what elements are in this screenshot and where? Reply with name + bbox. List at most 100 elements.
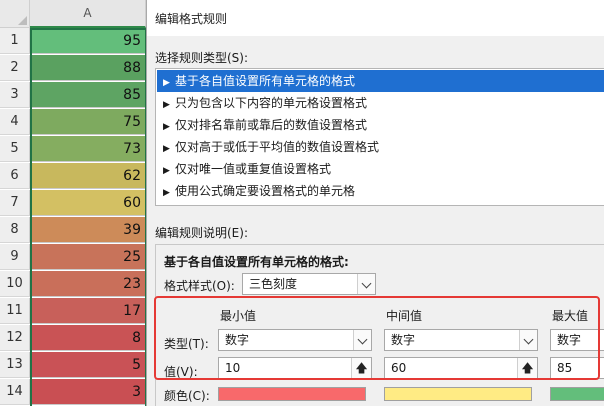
rule-type-item[interactable]: ▶ 只为包含以下内容的单元格设置格式 — [157, 92, 604, 114]
rule-type-item[interactable]: ▶ 基于各自值设置所有单元格的格式 — [157, 70, 604, 92]
min-value-input[interactable]: 10 🡅 — [218, 357, 372, 379]
table-row: 8 39 — [0, 217, 150, 243]
row-number[interactable]: 7 — [0, 190, 30, 216]
cell-value[interactable]: 85 — [31, 82, 146, 108]
cell-value[interactable]: 25 — [31, 244, 146, 270]
row-number[interactable]: 8 — [0, 217, 30, 243]
table-row: 11 17 — [0, 298, 150, 324]
cell-value[interactable]: 17 — [31, 298, 146, 324]
rule-type-label: 基于各自值设置所有单元格的格式 — [175, 74, 356, 88]
row-number[interactable]: 1 — [0, 28, 30, 54]
row-number[interactable]: 14 — [0, 379, 30, 405]
rule-type-item[interactable]: ▶ 仅对唯一值或重复值设置格式 — [157, 158, 604, 180]
description-heading: 基于各自值设置所有单元格的格式: — [164, 255, 349, 269]
row-number[interactable]: 11 — [0, 298, 30, 324]
rule-type-item[interactable]: ▶ 使用公式确定要设置格式的单元格 — [157, 180, 604, 202]
chevron-down-icon[interactable] — [353, 330, 371, 350]
table-row: 12 8 — [0, 325, 150, 351]
mid-value-input[interactable]: 60 🡅 — [384, 357, 538, 379]
min-color-swatch[interactable] — [218, 387, 366, 401]
cell-value[interactable]: 39 — [31, 217, 146, 243]
row-number[interactable]: 5 — [0, 136, 30, 162]
format-style-dropdown[interactable]: 三色刻度 — [242, 273, 376, 295]
table-row: 1 95 — [0, 28, 150, 54]
table-row: 14 3 — [0, 379, 150, 405]
dialog-titlebar: 编辑格式规则 — [147, 0, 604, 36]
row-number[interactable]: 13 — [0, 352, 30, 378]
select-rule-type-label: 选择规则类型(S): — [155, 51, 249, 65]
table-row: 2 88 — [0, 55, 150, 81]
max-color-swatch[interactable] — [550, 387, 604, 401]
table-row: 3 85 — [0, 82, 150, 108]
triangle-right-icon: ▶ — [163, 122, 170, 132]
cell-value[interactable]: 5 — [31, 352, 146, 378]
format-style-value: 三色刻度 — [249, 277, 298, 291]
row-number[interactable]: 3 — [0, 82, 30, 108]
value-label: 值(V): — [164, 365, 198, 379]
row-number[interactable]: 6 — [0, 163, 30, 189]
rule-type-item[interactable]: ▶ 仅对排名靠前或靠后的数值设置格式 — [157, 114, 604, 136]
dialog-title: 编辑格式规则 — [155, 12, 228, 26]
range-picker-icon[interactable]: 🡅 — [351, 358, 371, 378]
cell-value[interactable]: 88 — [31, 55, 146, 81]
row-number[interactable]: 12 — [0, 325, 30, 351]
mid-type-value: 数字 — [391, 333, 416, 347]
triangle-right-icon: ▶ — [163, 78, 170, 88]
max-value: 85 — [557, 361, 573, 375]
mid-value: 60 — [391, 361, 407, 375]
table-row: 5 73 — [0, 136, 150, 162]
min-value: 10 — [225, 361, 241, 375]
max-heading: 最大值 — [552, 309, 589, 323]
select-all-corner[interactable] — [0, 0, 30, 28]
max-type-dropdown[interactable]: 数字 — [550, 329, 604, 351]
range-picker-icon[interactable]: 🡅 — [517, 358, 537, 378]
cell-value[interactable]: 3 — [31, 379, 146, 405]
rule-type-label: 仅对高于或低于平均值的数值设置格式 — [175, 140, 380, 154]
table-row: 10 23 — [0, 271, 150, 297]
cell-value[interactable]: 60 — [31, 190, 146, 216]
color-label: 颜色(C): — [164, 389, 210, 403]
rule-description-panel: 基于各自值设置所有单元格的格式: 格式样式(O): 三色刻度 最小值 中间值 最… — [155, 244, 604, 406]
triangle-right-icon: ▶ — [163, 144, 170, 154]
rule-type-label: 仅对排名靠前或靠后的数值设置格式 — [175, 118, 368, 132]
mid-type-dropdown[interactable]: 数字 — [384, 329, 538, 351]
cell-value[interactable]: 75 — [31, 109, 146, 135]
min-type-value: 数字 — [225, 333, 250, 347]
table-row: 6 62 — [0, 163, 150, 189]
rule-type-item[interactable]: ▶ 仅对高于或低于平均值的数值设置格式 — [157, 136, 604, 158]
row-number[interactable]: 9 — [0, 244, 30, 270]
chevron-down-icon[interactable] — [519, 330, 537, 350]
min-heading: 最小值 — [220, 309, 257, 323]
triangle-right-icon: ▶ — [163, 100, 170, 110]
cell-value[interactable]: 8 — [31, 325, 146, 351]
column-header-a[interactable]: A — [30, 0, 146, 28]
chevron-down-icon[interactable] — [357, 274, 375, 294]
edit-rule-description-label: 编辑规则说明(E): — [155, 226, 248, 240]
row-number[interactable]: 2 — [0, 55, 30, 81]
type-label: 类型(T): — [164, 337, 209, 351]
table-row: 7 60 — [0, 190, 150, 216]
rule-type-list: ▶ 基于各自值设置所有单元格的格式 ▶ 只为包含以下内容的单元格设置格式 ▶ 仅对排名靠前… — [155, 68, 604, 206]
spreadsheet: A 1 95 2 88 3 85 4 75 5 73 6 62 7 60 8 39 9 25 10 23 11 17 12 8… — [0, 0, 150, 406]
mid-heading: 中间值 — [386, 309, 423, 323]
triangle-right-icon: ▶ — [163, 166, 170, 176]
table-row: 13 5 — [0, 352, 150, 378]
row-number[interactable]: 10 — [0, 271, 30, 297]
triangle-right-icon: ▶ — [163, 188, 170, 198]
rule-type-label: 只为包含以下内容的单元格设置格式 — [175, 96, 368, 110]
edit-format-rule-dialog: 编辑格式规则 选择规则类型(S): ▶ 基于各自值设置所有单元格的格式 ▶ 只为包含以… — [146, 0, 604, 406]
cell-value[interactable]: 95 — [31, 28, 146, 54]
cell-value[interactable]: 23 — [31, 271, 146, 297]
rule-type-label: 使用公式确定要设置格式的单元格 — [175, 184, 356, 198]
format-style-label: 格式样式(O): — [164, 279, 235, 293]
min-type-dropdown[interactable]: 数字 — [218, 329, 372, 351]
max-type-value: 数字 — [557, 333, 582, 347]
row-number[interactable]: 4 — [0, 109, 30, 135]
rule-type-label: 仅对唯一值或重复值设置格式 — [175, 162, 332, 176]
table-row: 4 75 — [0, 109, 150, 135]
cell-value[interactable]: 62 — [31, 163, 146, 189]
mid-color-swatch[interactable] — [384, 387, 532, 401]
table-row: 9 25 — [0, 244, 150, 270]
cell-value[interactable]: 73 — [31, 136, 146, 162]
max-value-input[interactable]: 85 — [550, 357, 604, 379]
